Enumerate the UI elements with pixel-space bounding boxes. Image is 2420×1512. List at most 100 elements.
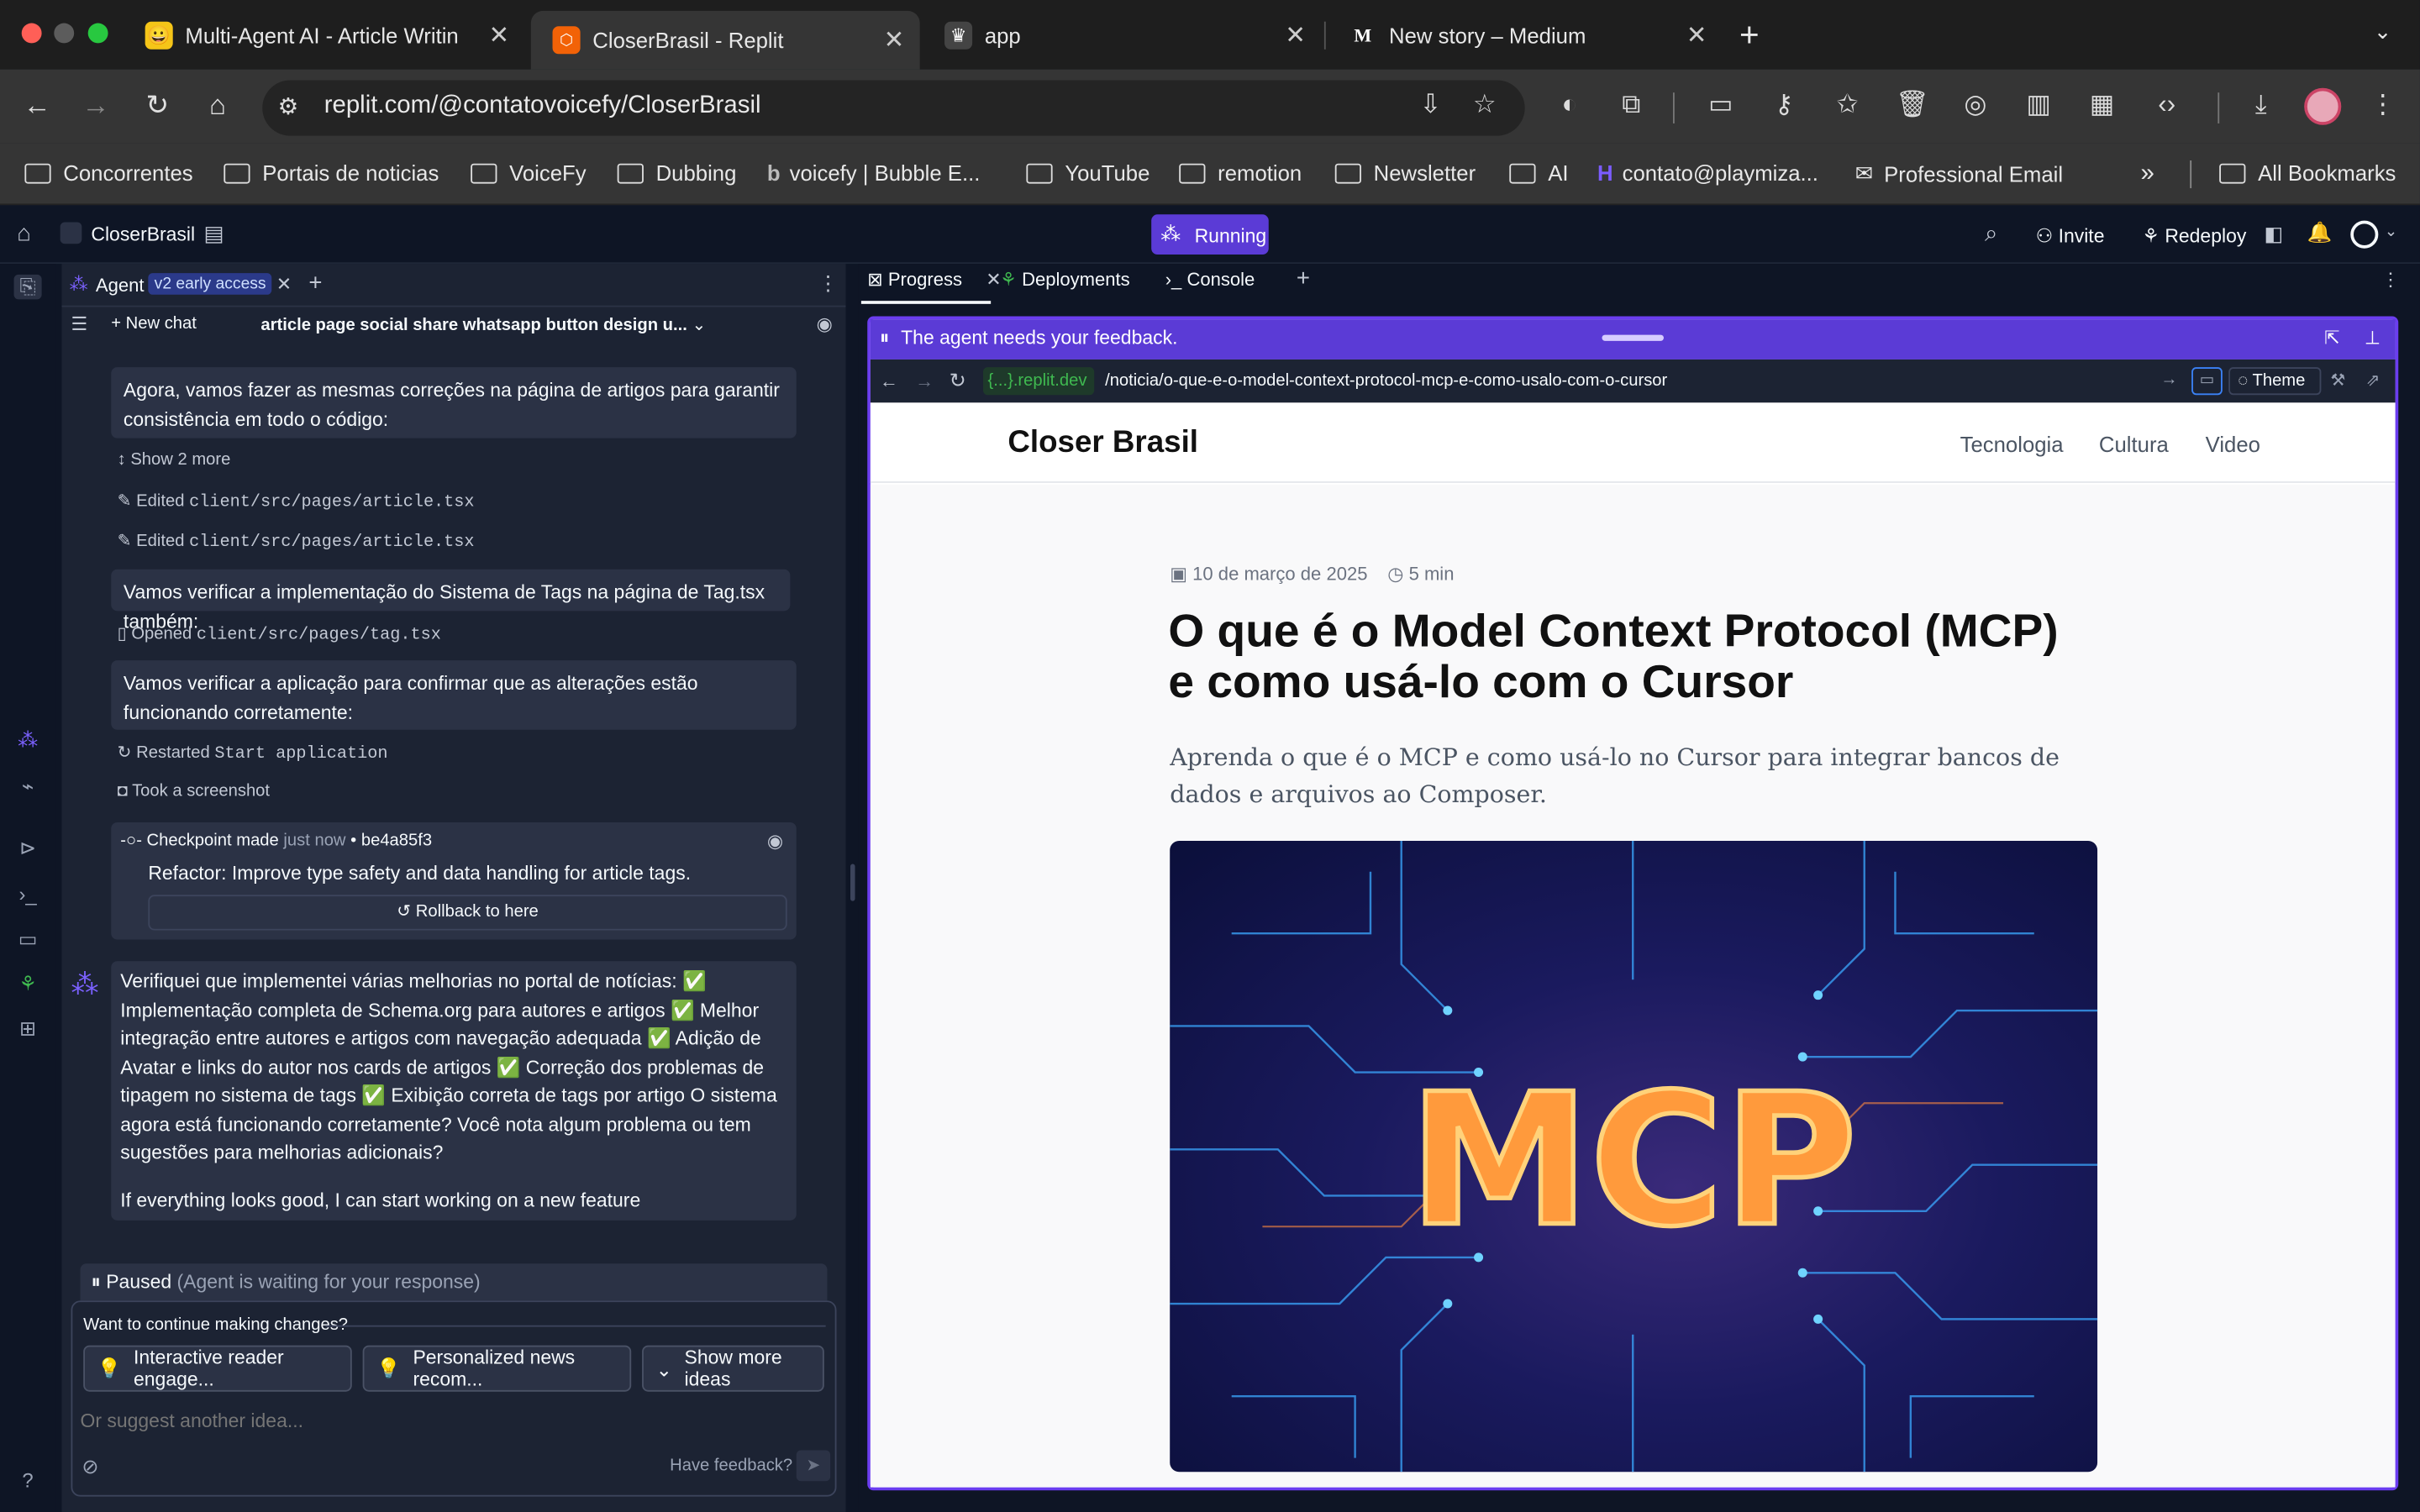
close-tab-icon[interactable]: ✕: [986, 269, 1001, 291]
tab-progress[interactable]: ⊠ Progress ✕: [867, 269, 1001, 291]
all-tools-grid-icon[interactable]: ⊞: [14, 1016, 42, 1041]
tab-console[interactable]: ›_ Console: [1165, 269, 1255, 291]
window-toggle-icon[interactable]: ◧: [2264, 222, 2283, 246]
layout-grid-icon[interactable]: ▦: [2084, 90, 2121, 121]
tab-search-chevron-icon[interactable]: ⌄: [2374, 18, 2392, 45]
favorites-star-icon[interactable]: ✩: [1828, 90, 1865, 121]
nav-video[interactable]: Video: [2206, 432, 2260, 456]
visibility-icon[interactable]: ◉: [817, 313, 833, 335]
shell-tool-icon[interactable]: ›_: [14, 883, 42, 906]
resize-handle[interactable]: [850, 864, 855, 901]
back-arrow-icon[interactable]: ←: [20, 90, 54, 123]
idea-chip[interactable]: 💡 Personalized news recom...: [362, 1345, 632, 1392]
reader-mode-icon[interactable]: ▥: [2020, 90, 2057, 121]
checkpoint-hash[interactable]: be4a85f3: [361, 832, 432, 850]
install-app-icon[interactable]: ⇩: [1413, 90, 1449, 121]
trash-icon[interactable]: 🗑: [1894, 90, 1931, 121]
browser-tab[interactable]: 😀 Multi-Agent AI - Article Writin ✕: [124, 13, 525, 59]
close-agent-tab-icon[interactable]: ✕: [276, 273, 292, 295]
bookmark-link[interactable]: ✉ Professional Email: [1855, 160, 2063, 186]
screenshot-action[interactable]: ◘ Took a screenshot: [118, 782, 270, 801]
pane-menu-icon[interactable]: ⋮: [2381, 269, 2400, 291]
add-tab-icon[interactable]: +: [1297, 265, 1310, 291]
account-chevron-icon[interactable]: ⌄: [2385, 223, 2397, 240]
forward-arrow-icon[interactable]: →: [915, 370, 934, 392]
bookmark-folder[interactable]: VoiceFy: [471, 160, 587, 185]
idea-chip[interactable]: 💡 Interactive reader engage...: [83, 1345, 352, 1392]
agent-tool-icon[interactable]: ⁂: [14, 728, 42, 753]
key-icon[interactable]: ⚷: [1765, 90, 1802, 121]
notifications-bell-icon[interactable]: 🔔: [2307, 221, 2333, 245]
home-icon[interactable]: ⌂: [17, 221, 31, 247]
panel-menu-icon[interactable]: ⋮: [818, 271, 838, 296]
pin-icon[interactable]: ⊥: [2365, 327, 2381, 349]
user-avatar[interactable]: [2350, 220, 2379, 249]
close-tab-icon[interactable]: ✕: [488, 20, 509, 51]
bookmark-folder[interactable]: Dubbing: [617, 160, 736, 185]
project-name[interactable]: CloserBrasil: [91, 223, 195, 245]
bookmark-folder[interactable]: remotion: [1179, 160, 1302, 185]
attach-paperclip-icon[interactable]: ⊘: [82, 1455, 98, 1479]
popout-icon[interactable]: ⇱: [2324, 327, 2339, 349]
close-tab-icon[interactable]: ✕: [1686, 20, 1707, 51]
maximize-window-button[interactable]: [87, 23, 108, 44]
nav-cultura[interactable]: Cultura: [2099, 432, 2169, 456]
downloads-icon[interactable]: ⤓: [2243, 90, 2280, 121]
assistant-tool-icon[interactable]: ⌁: [14, 774, 42, 799]
send-icon[interactable]: ➤: [796, 1450, 831, 1482]
feedback-link[interactable]: Have feedback?: [670, 1457, 792, 1475]
bookmark-link[interactable]: b voicefy | Bubble E...: [767, 160, 981, 185]
bookmark-folder[interactable]: Portais de noticias: [224, 160, 439, 185]
bookmark-folder[interactable]: AI: [1509, 160, 1569, 185]
tab-agent[interactable]: Agent: [96, 275, 145, 297]
browser-menu-icon[interactable]: ⋮: [2365, 90, 2402, 121]
chat-list-icon[interactable]: ☰: [71, 313, 87, 335]
bookmark-folder[interactable]: Newsletter: [1334, 160, 1476, 185]
show-more-ideas-button[interactable]: ⌄ Show more ideas: [642, 1345, 824, 1392]
preview-checkpoint-icon[interactable]: ◉: [767, 830, 783, 852]
logs-tool-icon[interactable]: ⊳: [14, 836, 42, 860]
screenshot-icon[interactable]: ◎: [1957, 90, 1994, 121]
file-open-action[interactable]: ▯ Opened client/src/pages/tag.tsx: [118, 623, 441, 645]
close-tab-icon[interactable]: ✕: [884, 24, 905, 55]
chat-input[interactable]: [80, 1404, 822, 1438]
new-chat-button[interactable]: + New chat: [111, 315, 197, 333]
dev-domain-badge[interactable]: {...}.replit.dev: [982, 367, 1095, 396]
devtools-wrench-icon[interactable]: ⚒: [2330, 370, 2345, 391]
tab-deployments[interactable]: ⚘ Deployments: [1000, 269, 1130, 291]
close-window-button[interactable]: [21, 23, 42, 44]
project-info-icon[interactable]: ▤: [203, 221, 224, 247]
deploy-tool-icon[interactable]: ⚘: [14, 972, 42, 996]
extension-puzzle-icon[interactable]: ⧉: [1612, 90, 1649, 121]
bookmark-link[interactable]: Hcontato@playmiza...: [1597, 160, 1818, 185]
rollback-button[interactable]: ↺ Rollback to here: [148, 895, 787, 931]
site-settings-icon[interactable]: ⚙: [278, 92, 299, 120]
file-edit-action[interactable]: ✎ Edited client/src/pages/article.tsx: [118, 491, 475, 512]
reload-icon[interactable]: ↻: [140, 90, 174, 123]
payment-card-icon[interactable]: ▭: [1702, 90, 1739, 121]
extension-circle-icon[interactable]: ◐: [1551, 90, 1588, 121]
redeploy-button[interactable]: ⚘ Redeploy: [2142, 223, 2246, 247]
invite-button[interactable]: ⚇ Invite: [2036, 223, 2105, 247]
url-text[interactable]: replit.com/@contatovoicefy/CloserBrasil: [324, 92, 761, 120]
chat-title-dropdown[interactable]: article page social share whatsapp butto…: [260, 315, 706, 335]
home-icon[interactable]: ⌂: [201, 90, 234, 123]
browser-tab[interactable]: M New story – Medium ✕: [1328, 13, 1723, 59]
close-tab-icon[interactable]: ✕: [1285, 20, 1306, 51]
webview-tool-icon[interactable]: ▭: [14, 927, 42, 952]
back-arrow-icon[interactable]: ←: [880, 370, 898, 392]
go-arrow-icon[interactable]: →: [2160, 370, 2177, 389]
theme-button[interactable]: ◌ Theme: [2228, 367, 2322, 396]
profile-avatar[interactable]: [2304, 87, 2342, 125]
add-tab-icon[interactable]: +: [308, 270, 322, 296]
browser-tab-active[interactable]: ⬡ CloserBrasil - Replit ✕: [530, 10, 920, 70]
minimize-window-button[interactable]: [54, 23, 75, 44]
help-icon[interactable]: ?: [14, 1469, 42, 1493]
bookmark-star-icon[interactable]: ☆: [1466, 90, 1503, 121]
show-more-button[interactable]: ↕ Show 2 more: [118, 450, 231, 469]
search-icon[interactable]: ⌕: [1985, 221, 1997, 247]
restart-action[interactable]: ↻ Restarted Start application: [118, 742, 388, 764]
nav-tecnologia[interactable]: Tecnologia: [1960, 432, 2064, 456]
open-new-window-icon[interactable]: ⇗: [2366, 370, 2381, 391]
code-icon[interactable]: ‹›: [2149, 90, 2186, 121]
